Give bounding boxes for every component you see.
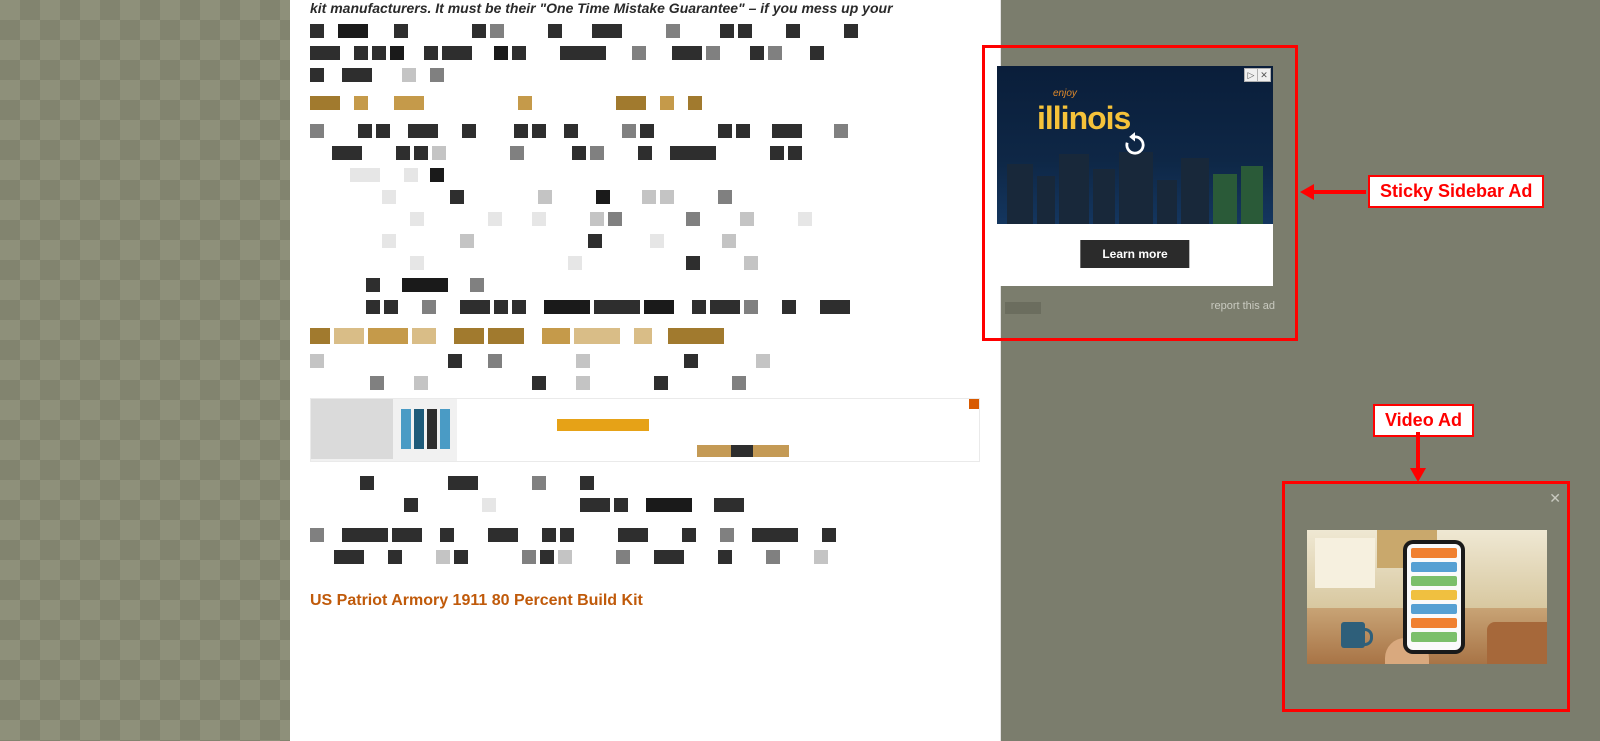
video-scene-mug	[1341, 622, 1365, 648]
video-ad-player[interactable]: i▷ i▷	[1307, 530, 1547, 664]
report-ad-link[interactable]: report this ad	[1211, 300, 1275, 312]
annotation-sidebar-arrow	[1300, 184, 1366, 200]
product-card-title-bar	[557, 419, 649, 431]
article-lead-line: kit manufacturers. It must be their "One…	[310, 0, 980, 16]
replay-icon[interactable]	[1121, 131, 1149, 159]
adchoices-icon[interactable]: ▷	[1244, 68, 1258, 82]
sticky-sidebar-ad-highlight: enjoy illinois ▷ ✕ Learn mor	[982, 45, 1298, 341]
page-background-checker	[0, 0, 290, 741]
article-body-placeholder	[310, 24, 980, 564]
ad-cta-button[interactable]: Learn more	[1080, 240, 1189, 268]
annotation-sidebar-label: Sticky Sidebar Ad	[1368, 175, 1544, 208]
product-card-miniswatch	[393, 399, 457, 459]
sidebar-ad[interactable]: enjoy illinois ▷ ✕ Learn mor	[997, 66, 1273, 286]
article-panel: kit manufacturers. It must be their "One…	[290, 0, 1001, 741]
ad-close-icon[interactable]: ✕	[1257, 68, 1271, 82]
ad-title-text: illinois	[1037, 100, 1130, 137]
sidebar-ad-hero: enjoy illinois ▷ ✕	[997, 66, 1273, 224]
video-scene-phone	[1403, 540, 1465, 654]
video-ad-highlight: ✕ i▷ i▷	[1282, 481, 1570, 712]
ad-enjoy-text: enjoy	[1053, 88, 1077, 99]
ad-network-badge	[1005, 302, 1041, 314]
product-card-thumb	[311, 399, 393, 459]
product-card[interactable]	[310, 398, 980, 462]
video-ad-close-icon[interactable]: ✕	[1549, 490, 1561, 507]
video-scene-couch	[1487, 622, 1547, 664]
article-section-heading: US Patriot Armory 1911 80 Percent Build …	[310, 592, 980, 610]
product-card-corner-icon	[969, 399, 979, 409]
product-card-price-bar	[697, 445, 789, 457]
annotation-video-arrow	[1410, 432, 1426, 482]
ad-skyline-graphic	[997, 149, 1273, 224]
